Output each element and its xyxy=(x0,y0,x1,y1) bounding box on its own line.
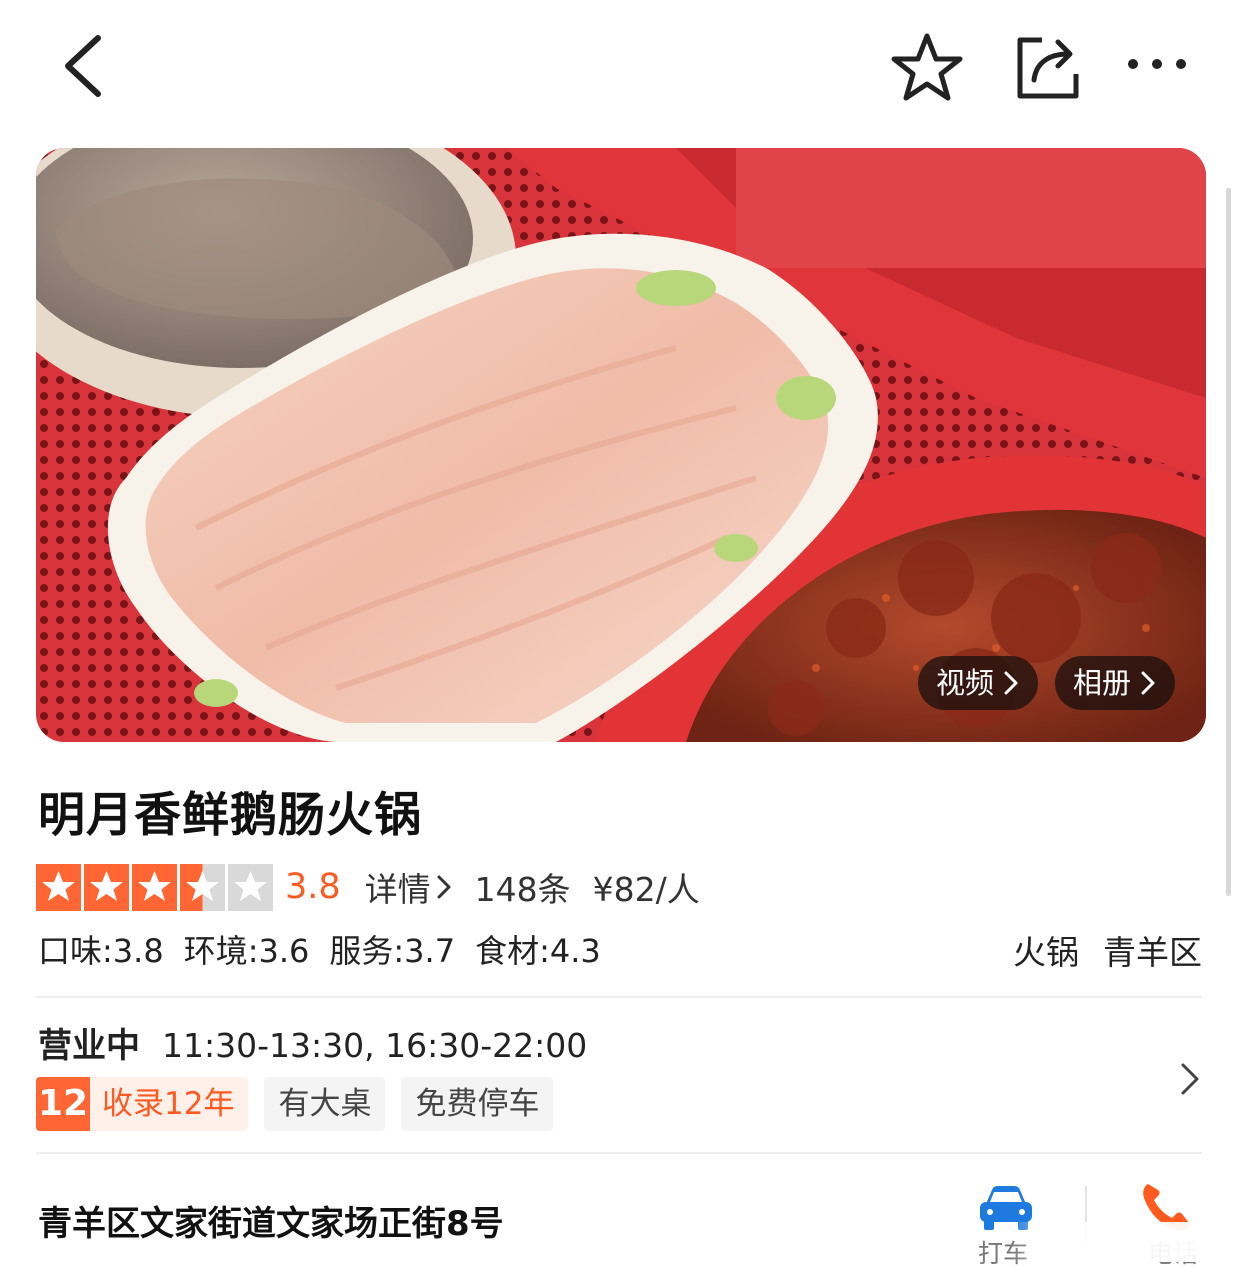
star-outline-icon xyxy=(891,33,963,101)
video-button[interactable]: 视频 xyxy=(918,656,1039,710)
shop-name: 明月香鲜鹅肠火锅 xyxy=(38,788,422,843)
business-hours-row[interactable]: 营业中 11:30-13:30, 16:30-22:00 xyxy=(38,1018,587,1067)
divider xyxy=(36,1152,1202,1154)
feature-chips: 12 收录12年 有大桌 免费停车 xyxy=(36,1077,554,1131)
back-button[interactable] xyxy=(58,30,118,102)
rating-row: 3.8 详情 148条 ¥82/人 xyxy=(36,862,700,912)
service-score: 服务:3.7 xyxy=(329,932,456,970)
sub-scores: 口味:3.8 环境:3.6 服务:3.7 食材:4.3 xyxy=(38,926,601,972)
ingredients-score: 食材:4.3 xyxy=(475,932,601,970)
details-link[interactable]: 详情 xyxy=(365,863,453,911)
star-rating xyxy=(36,863,273,911)
album-button[interactable]: 相册 xyxy=(1055,656,1176,710)
opening-times: 11:30-13:30, 16:30-22:00 xyxy=(162,1026,588,1065)
category-tag[interactable]: 火锅 xyxy=(1013,926,1079,974)
details-label: 详情 xyxy=(364,870,431,909)
top-bar xyxy=(0,0,1242,135)
rating-star-icon xyxy=(228,863,273,911)
listed-years-badge: 12 收录12年 xyxy=(36,1077,249,1131)
chevron-right-icon xyxy=(437,875,451,899)
years-text: 收录12年 xyxy=(102,1086,235,1122)
album-label: 相册 xyxy=(1073,666,1132,700)
chevron-right-icon[interactable] xyxy=(1178,1060,1202,1098)
category-tags: 火锅 青羊区 xyxy=(1013,926,1202,974)
district-tag[interactable]: 青羊区 xyxy=(1103,926,1202,974)
rating-score: 3.8 xyxy=(285,867,341,907)
rating-star-icon xyxy=(180,863,225,911)
scrollbar[interactable] xyxy=(1226,188,1231,896)
share-icon xyxy=(1017,37,1079,99)
feature-chip-free-parking: 免费停车 xyxy=(401,1077,554,1131)
rating-star-icon xyxy=(36,863,81,911)
chevron-right-icon xyxy=(1141,671,1155,695)
watermark-overlay xyxy=(1010,1222,1238,1262)
divider xyxy=(36,996,1202,998)
environment-score: 环境:3.6 xyxy=(183,932,310,970)
hero-photo[interactable]: 视频 相册 xyxy=(36,148,1206,742)
chevron-left-icon xyxy=(65,35,101,97)
favorite-button[interactable] xyxy=(888,30,966,104)
shop-address[interactable]: 青羊区文家街道文家场正街8号 xyxy=(38,1196,504,1245)
more-button[interactable] xyxy=(1124,44,1190,84)
years-number: 12 xyxy=(36,1077,90,1131)
rating-star-icon xyxy=(132,863,177,911)
more-horizontal-icon xyxy=(1128,59,1186,69)
review-count[interactable]: 148条 xyxy=(475,863,571,911)
rating-star-icon xyxy=(84,863,129,911)
open-status: 营业中 xyxy=(38,1026,140,1066)
chevron-right-icon xyxy=(1004,671,1018,695)
share-button[interactable] xyxy=(1012,32,1082,102)
price-per-person: ¥82/人 xyxy=(592,870,700,909)
feature-chip-large-table: 有大桌 xyxy=(264,1077,386,1131)
video-label: 视频 xyxy=(936,666,995,700)
taste-score: 口味:3.8 xyxy=(38,932,164,970)
hotpot-dish-photo xyxy=(36,148,1206,742)
